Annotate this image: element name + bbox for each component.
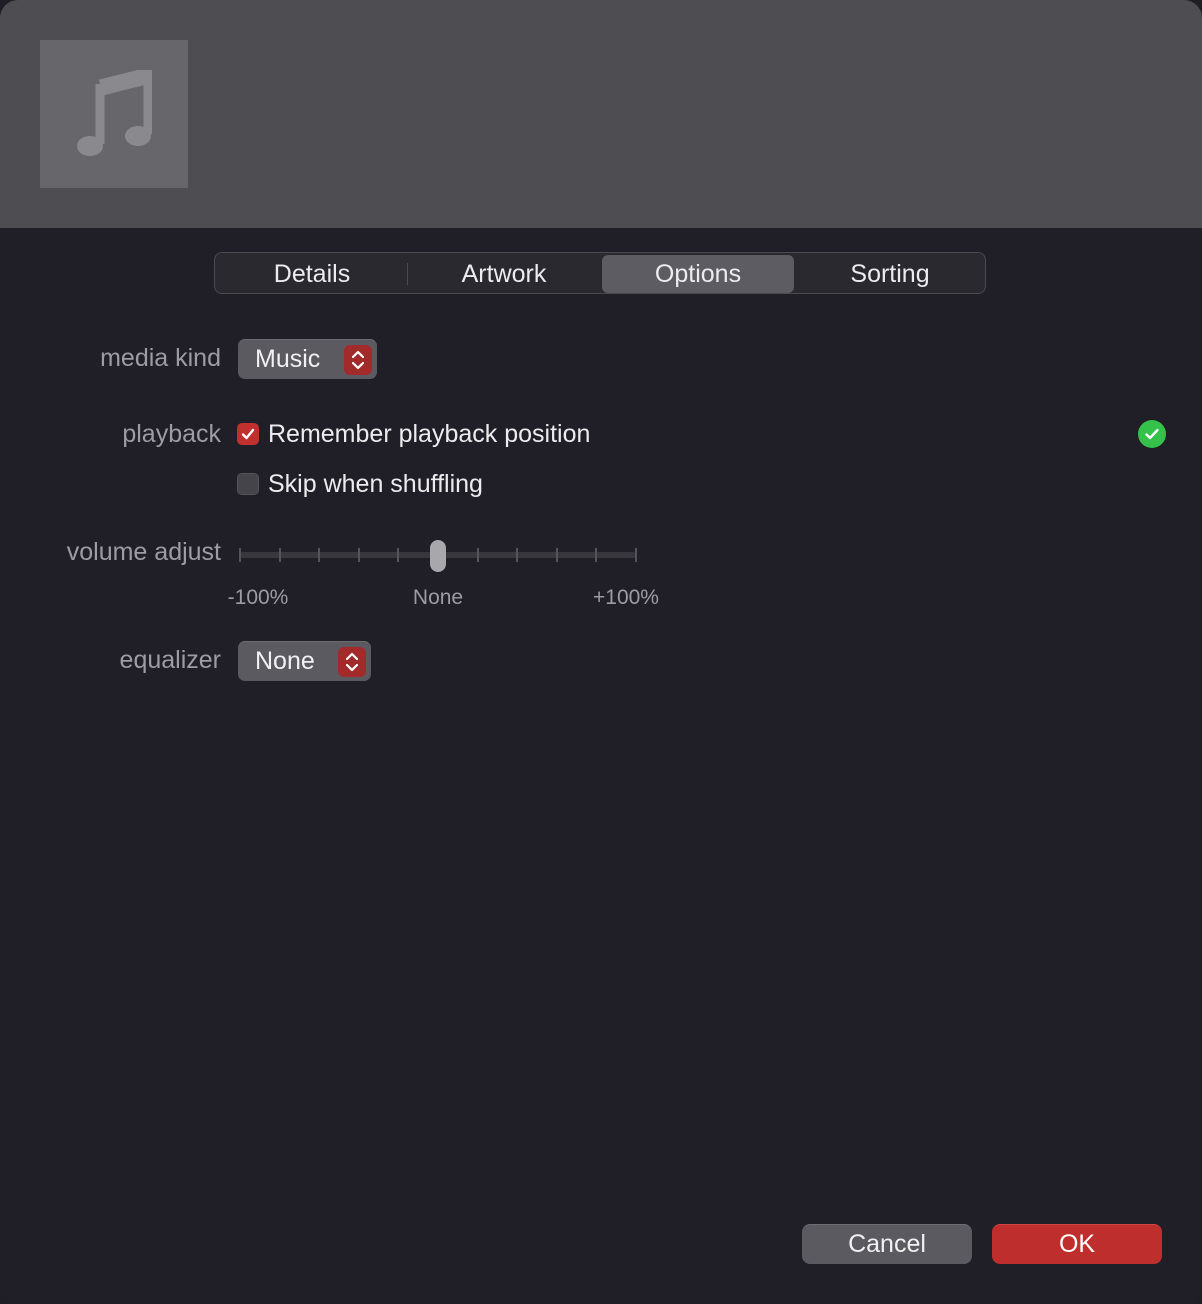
tab-details[interactable]: Details <box>217 255 407 293</box>
remember-position-checkbox[interactable] <box>237 423 259 445</box>
slider-tick <box>595 548 598 562</box>
checkmark-icon <box>241 428 255 440</box>
media-kind-value: Music <box>255 345 321 373</box>
slider-tick <box>635 548 637 562</box>
slider-tick <box>397 548 400 562</box>
equalizer-value: None <box>255 647 315 675</box>
popup-stepper <box>338 647 366 677</box>
media-kind-label: media kind <box>100 344 221 372</box>
volume-slider-thumb[interactable] <box>430 540 446 572</box>
remember-position-label[interactable]: Remember playback position <box>268 420 590 449</box>
volume-mid-label: None <box>412 586 464 609</box>
equalizer-popup[interactable]: None <box>238 641 371 681</box>
slider-tick <box>239 548 241 562</box>
volume-max-label: +100% <box>593 586 659 609</box>
chevron-up-down-icon <box>351 350 365 370</box>
equalizer-label: equalizer <box>119 646 221 674</box>
slider-tick <box>278 548 281 562</box>
slider-tick <box>516 548 519 562</box>
volume-adjust-label: volume adjust <box>66 538 221 566</box>
tab-artwork[interactable]: Artwork <box>409 255 599 293</box>
slider-tick <box>555 548 558 562</box>
tab-bar: Details Artwork Options Sorting <box>214 252 986 294</box>
checkmark-circle-icon <box>1138 420 1166 448</box>
slider-tick <box>476 548 479 562</box>
volume-min-label: -100% <box>227 586 289 609</box>
cancel-button[interactable]: Cancel <box>802 1224 972 1264</box>
music-note-icon <box>77 70 152 156</box>
popup-stepper <box>344 345 372 375</box>
dialog-header <box>0 0 1202 228</box>
skip-shuffling-checkbox[interactable] <box>237 473 259 495</box>
tab-divider <box>407 263 408 285</box>
song-info-dialog: Details Artwork Options Sorting media ki… <box>0 0 1202 1304</box>
chevron-up-down-icon <box>345 652 359 672</box>
tab-options[interactable]: Options <box>602 255 794 293</box>
media-kind-popup[interactable]: Music <box>238 339 377 379</box>
ok-button[interactable]: OK <box>992 1224 1162 1264</box>
skip-shuffling-label[interactable]: Skip when shuffling <box>268 470 483 499</box>
tab-sorting[interactable]: Sorting <box>795 255 985 293</box>
playback-label: playback <box>122 420 221 448</box>
slider-tick <box>318 548 321 562</box>
slider-tick <box>357 548 360 562</box>
artwork-placeholder[interactable] <box>40 40 188 188</box>
